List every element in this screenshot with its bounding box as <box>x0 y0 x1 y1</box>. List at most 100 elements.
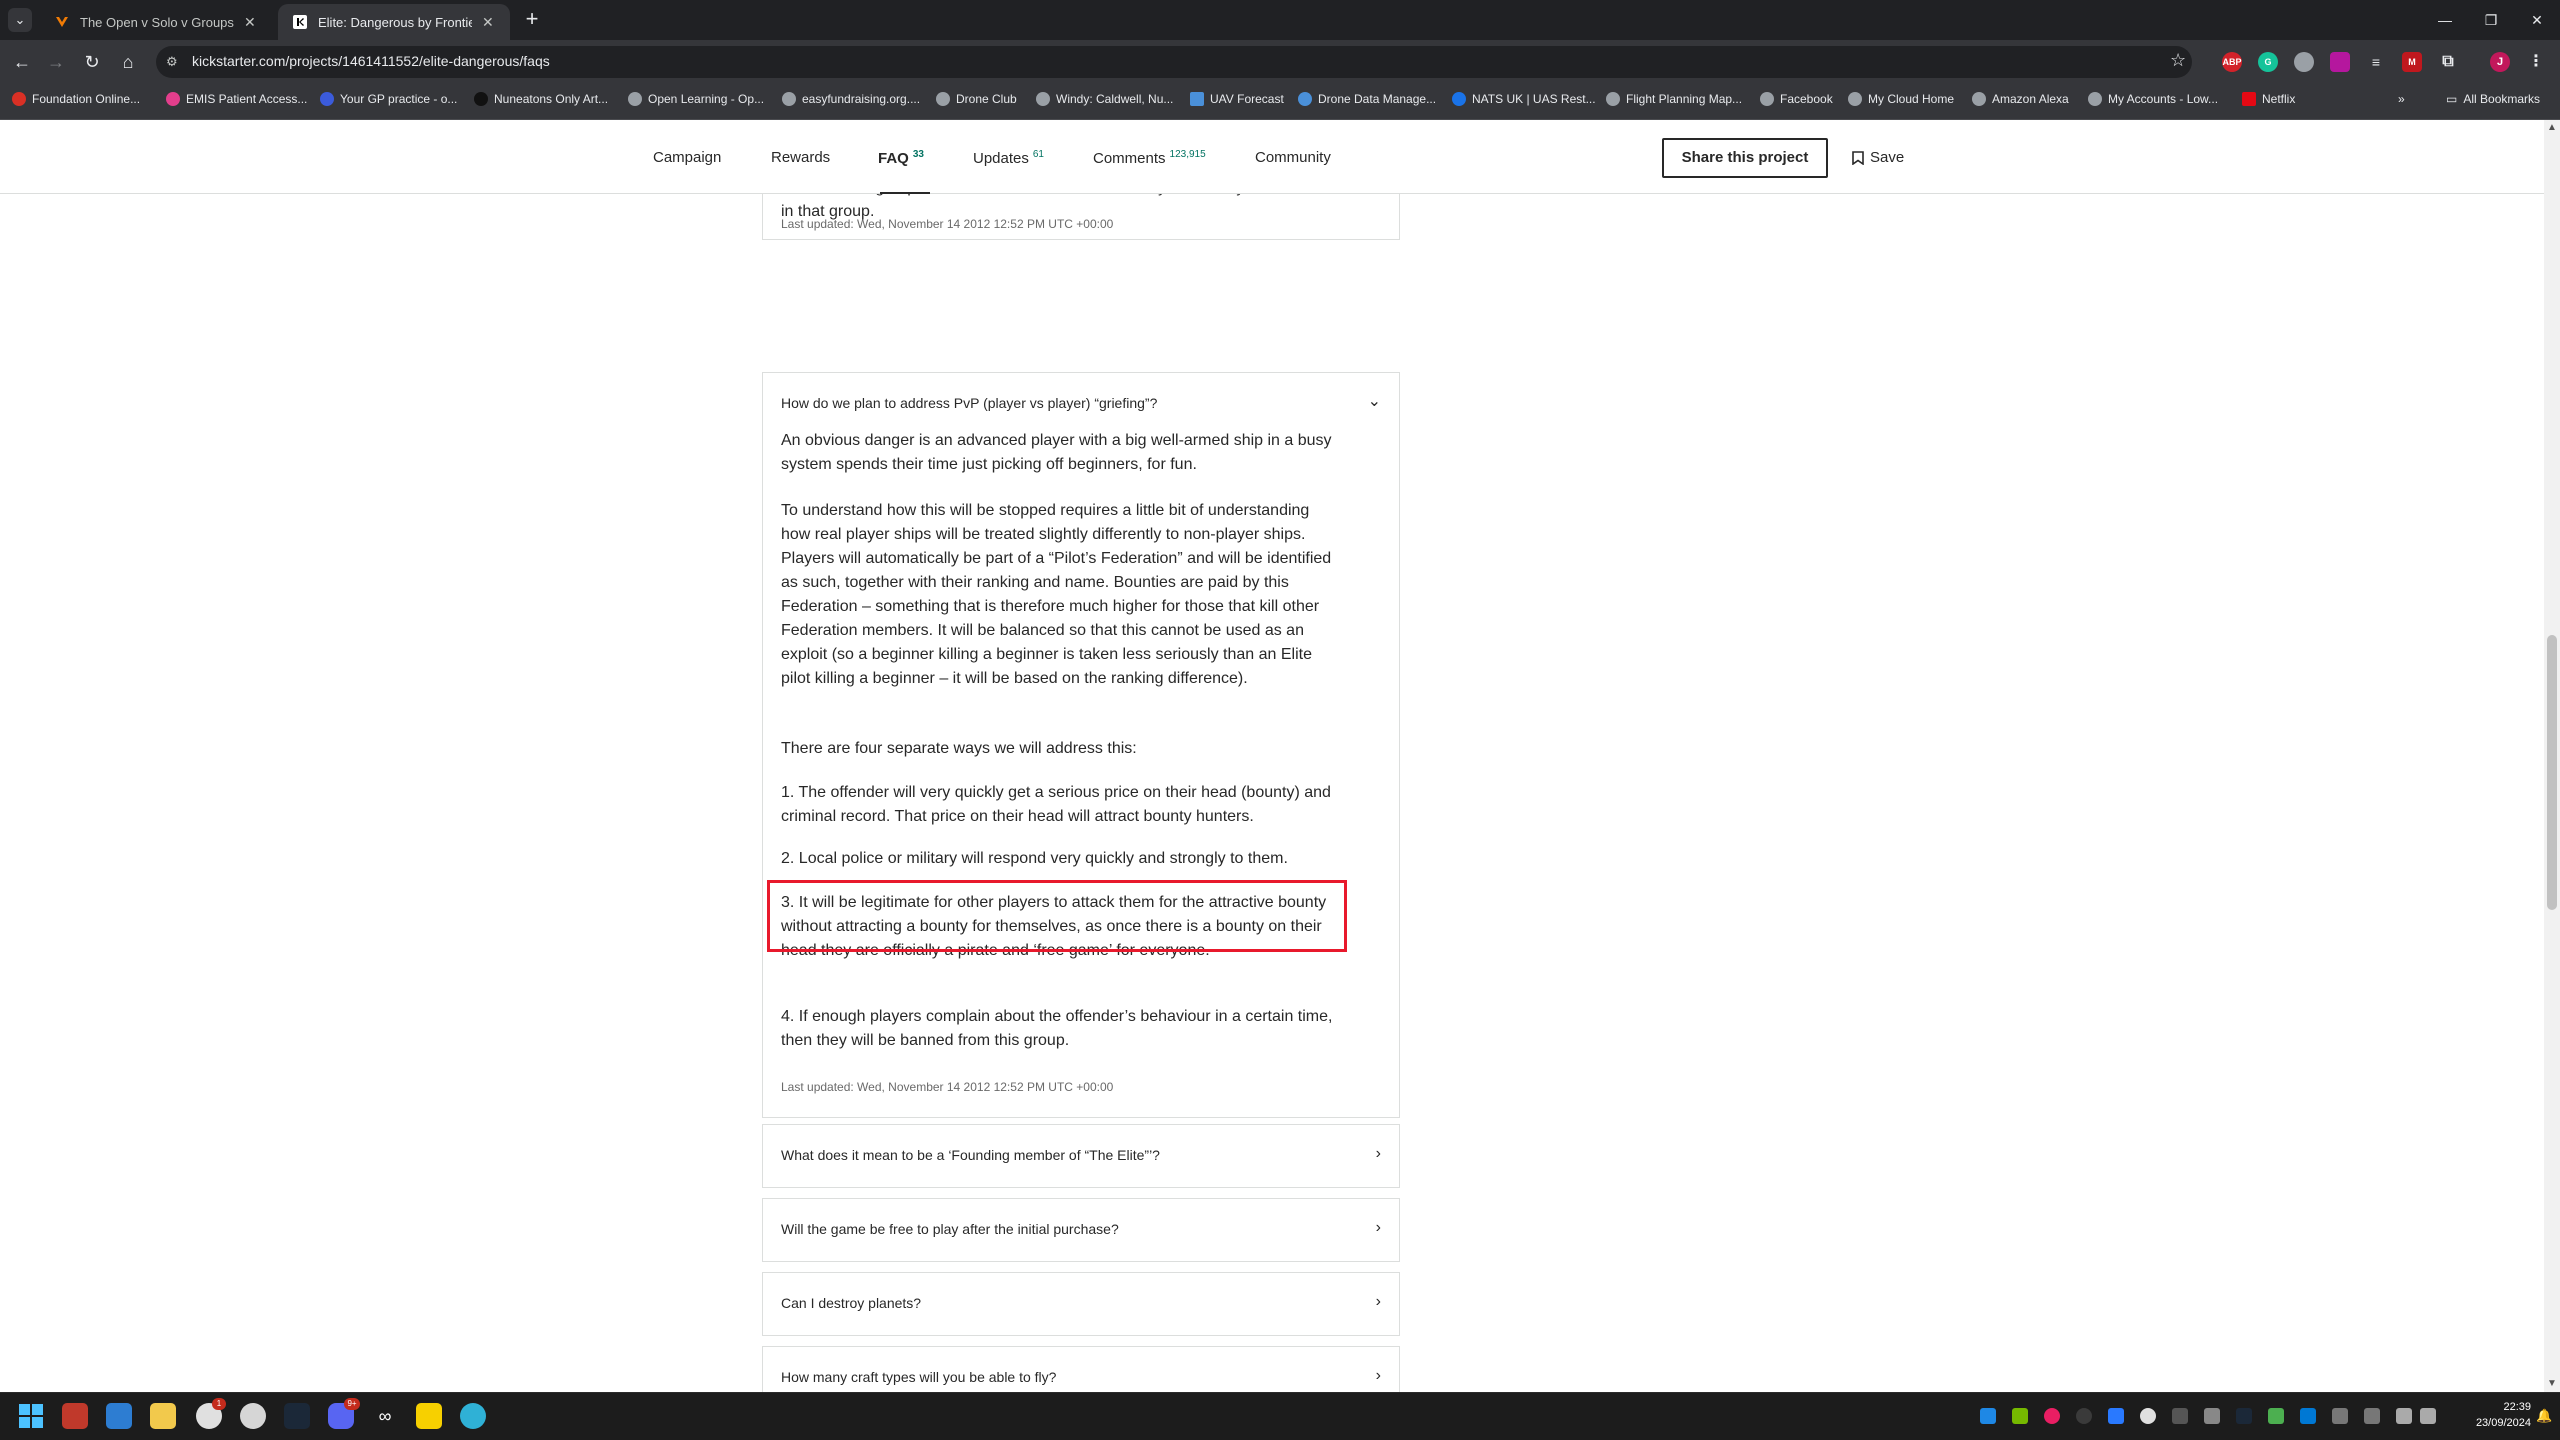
restore-button[interactable]: ❐ <box>2468 0 2514 40</box>
chevron-right-icon[interactable]: › <box>1376 1145 1381 1163</box>
system-clock[interactable]: 22:39 23/09/2024 <box>2455 1399 2531 1431</box>
profile-avatar[interactable]: J <box>2490 52 2510 72</box>
tab-updates[interactable]: Updates 61 <box>973 149 1044 167</box>
faq-question[interactable]: What does it mean to be a ‘Founding memb… <box>781 1147 1160 1163</box>
microsoft-store-icon[interactable] <box>106 1403 132 1429</box>
bookmark-item[interactable]: Flight Planning Map... <box>1606 92 1742 106</box>
chrome-profile-icon[interactable] <box>240 1403 266 1429</box>
share-project-button[interactable]: Share this project <box>1662 138 1828 178</box>
scroll-up-arrow-icon[interactable]: ▲ <box>2546 122 2558 134</box>
bookmark-item[interactable]: Facebook <box>1760 92 1833 106</box>
tray-usb-icon[interactable] <box>2332 1408 2348 1424</box>
tray-app-icon[interactable] <box>2076 1408 2092 1424</box>
bookmark-item[interactable]: EMIS Patient Access... <box>166 92 307 106</box>
url-text[interactable]: kickstarter.com/projects/1461411552/elit… <box>192 53 550 69</box>
tray-onedrive-icon[interactable] <box>2140 1408 2156 1424</box>
faq-card-collapsed[interactable]: Can I destroy planets? › <box>762 1272 1400 1336</box>
reload-icon[interactable]: ↻ <box>80 50 104 74</box>
tab-elite-dangerous[interactable]: Elite: Dangerous by Frontier De ✕ <box>278 4 510 40</box>
tab-open-v-solo[interactable]: The Open v Solo v Groups thre ✕ <box>40 4 272 40</box>
bookmark-item[interactable]: Open Learning - Op... <box>628 92 764 106</box>
edge-icon[interactable] <box>460 1403 486 1429</box>
chevron-right-icon[interactable]: › <box>1376 1367 1381 1385</box>
notification-bell-icon[interactable]: 🔔 <box>2536 1408 2552 1424</box>
close-icon[interactable]: ✕ <box>244 14 258 31</box>
tray-microphone-icon[interactable] <box>2364 1408 2380 1424</box>
chevron-right-icon[interactable]: › <box>1376 1293 1381 1311</box>
faq-card-collapsed[interactable]: Will the game be free to play after the … <box>762 1198 1400 1262</box>
bookmark-item[interactable]: Foundation Online... <box>12 92 140 106</box>
tray-nvidia-icon[interactable] <box>2012 1408 2028 1424</box>
bookmark-item[interactable]: Windy: Caldwell, Nu... <box>1036 92 1173 106</box>
scrollbar-thumb[interactable] <box>2547 635 2557 910</box>
back-arrow-icon[interactable]: ← <box>10 50 34 74</box>
file-explorer-icon[interactable] <box>150 1403 176 1429</box>
chevron-down-icon[interactable]: ⌄ <box>1368 391 1381 411</box>
home-icon[interactable]: ⌂ <box>116 50 140 74</box>
bookmark-star-icon[interactable]: ☆ <box>2170 50 2186 71</box>
close-window-button[interactable]: ✕ <box>2514 0 2560 40</box>
bookmark-item[interactable]: My Cloud Home <box>1848 92 1954 106</box>
site-info-icon[interactable]: ⚙ <box>166 54 182 70</box>
tray-bluetooth-icon[interactable] <box>2300 1408 2316 1424</box>
save-project-button[interactable]: Save <box>1852 149 1904 166</box>
all-bookmarks-label: All Bookmarks <box>2463 92 2541 106</box>
extensions-puzzle-icon[interactable]: ⧉ <box>2438 52 2458 72</box>
faq-card-collapsed[interactable]: What does it mean to be a ‘Founding memb… <box>762 1124 1400 1188</box>
tab-search-button[interactable]: ⌄ <box>8 8 32 32</box>
extension-red-icon[interactable]: M <box>2402 52 2422 72</box>
faq-card-pvp-box: How do we plan to address PvP (player vs… <box>762 372 1400 1118</box>
globe-icon <box>628 92 642 106</box>
bookmark-item[interactable]: UAV Forecast <box>1190 92 1284 106</box>
bookmark-item[interactable]: NATS UK | UAS Rest... <box>1452 92 1596 106</box>
extension-circle-icon[interactable] <box>2294 52 2314 72</box>
grammarly-extension-icon[interactable]: G <box>2258 52 2278 72</box>
windows-start-icon[interactable] <box>18 1403 44 1429</box>
tray-app-icon[interactable] <box>2108 1408 2124 1424</box>
tab-campaign[interactable]: Campaign <box>653 149 721 166</box>
reading-list-icon[interactable]: ≡ <box>2366 52 2386 72</box>
bookmark-item[interactable]: Drone Club <box>936 92 1017 106</box>
faq-question[interactable]: How many craft types will you be able to… <box>781 1369 1056 1385</box>
adblock-extension-icon[interactable]: ABP <box>2222 52 2242 72</box>
network-icon[interactable] <box>2396 1408 2412 1424</box>
tab-faq[interactable]: FAQ 33 <box>878 149 924 167</box>
extension-square-icon[interactable] <box>2330 52 2350 72</box>
steam-icon[interactable] <box>284 1403 310 1429</box>
bookmark-item[interactable]: Amazon Alexa <box>1972 92 2069 106</box>
tray-app-icon[interactable] <box>2172 1408 2188 1424</box>
tab-community[interactable]: Community <box>1255 149 1331 166</box>
tray-app-icon[interactable] <box>2044 1408 2060 1424</box>
more-bookmarks-chevron-icon[interactable]: » <box>2398 92 2405 106</box>
faq-question[interactable]: How do we plan to address PvP (player vs… <box>781 395 1157 411</box>
tab-rewards[interactable]: Rewards <box>771 149 830 166</box>
browser-menu-icon[interactable]: ⋮ <box>2526 52 2546 72</box>
tab-comments[interactable]: Comments 123,915 <box>1093 149 1206 167</box>
faq-question[interactable]: Can I destroy planets? <box>781 1295 921 1311</box>
bookmark-item[interactable]: Netflix <box>2242 92 2295 106</box>
new-tab-button[interactable]: + <box>520 8 544 32</box>
kickstarter-favicon-icon <box>292 14 308 30</box>
all-bookmarks-button[interactable]: ▭ All Bookmarks <box>2446 92 2540 106</box>
faq-card-collapsed[interactable]: How many craft types will you be able to… <box>762 1346 1400 1392</box>
chevron-right-icon[interactable]: › <box>1376 1219 1381 1237</box>
forward-arrow-icon[interactable]: → <box>44 50 68 74</box>
minimize-button[interactable]: — <box>2422 0 2468 40</box>
power-app-icon[interactable] <box>62 1403 88 1429</box>
globe-icon <box>1760 92 1774 106</box>
bookmark-item[interactable]: My Accounts - Low... <box>2088 92 2218 106</box>
close-icon[interactable]: ✕ <box>482 14 496 31</box>
tray-defender-icon[interactable] <box>1980 1408 1996 1424</box>
meta-icon[interactable]: ∞ <box>372 1403 398 1429</box>
tray-steam-icon[interactable] <box>2236 1408 2252 1424</box>
bookmark-item[interactable]: Nuneatons Only Art... <box>474 92 608 106</box>
volume-icon[interactable] <box>2420 1408 2436 1424</box>
tray-app-icon[interactable] <box>2268 1408 2284 1424</box>
faq-question[interactable]: Will the game be free to play after the … <box>781 1221 1119 1237</box>
bookmark-item[interactable]: easyfundraising.org.... <box>782 92 920 106</box>
bookmark-item[interactable]: Your GP practice - o... <box>320 92 457 106</box>
tray-app-icon[interactable] <box>2204 1408 2220 1424</box>
bookmark-item[interactable]: Drone Data Manage... <box>1298 92 1436 106</box>
scroll-down-arrow-icon[interactable]: ▼ <box>2546 1378 2558 1390</box>
sticky-notes-icon[interactable] <box>416 1403 442 1429</box>
